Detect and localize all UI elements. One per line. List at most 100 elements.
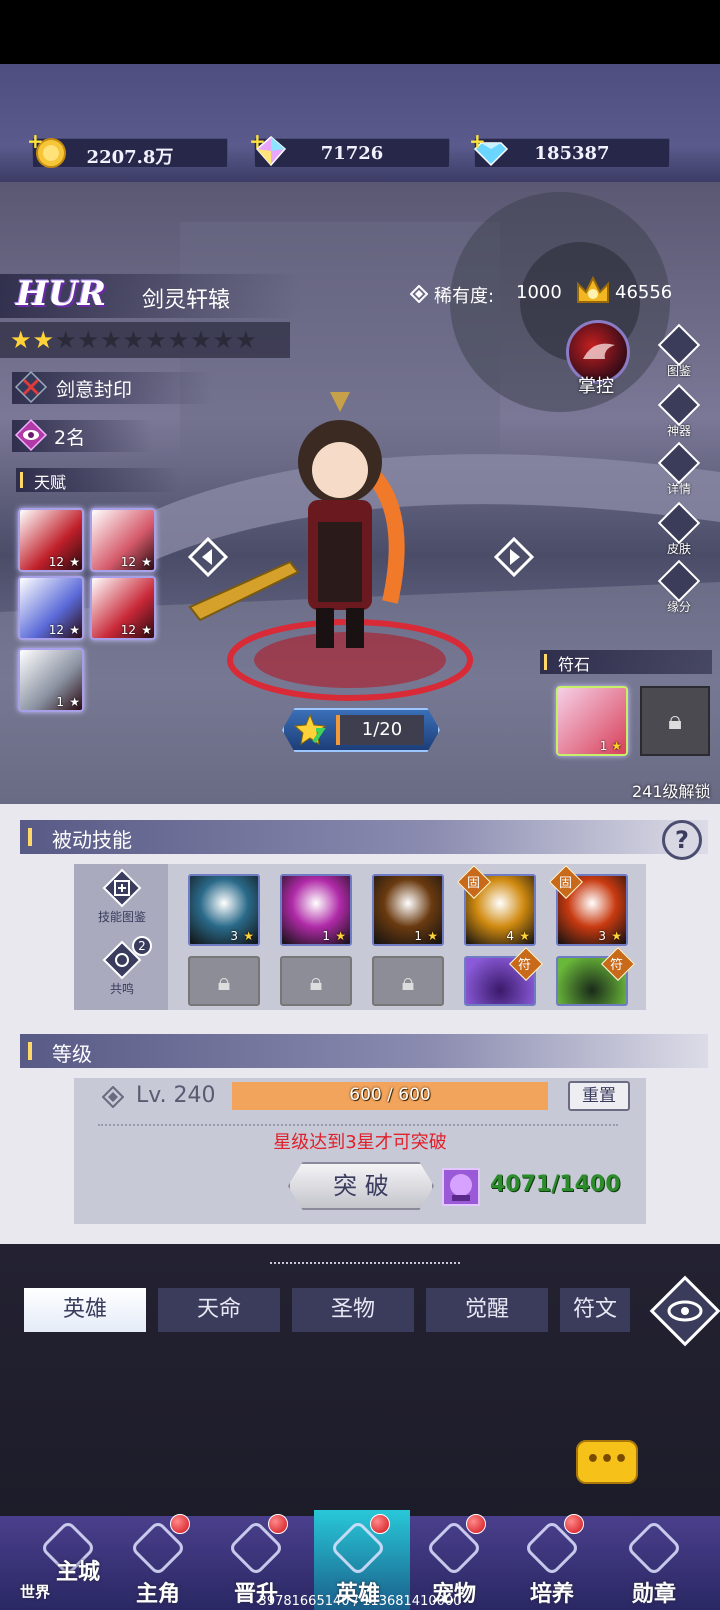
talent-skill[interactable]: 1 ★: [18, 648, 84, 712]
footer-id: 39781665140 / 113681410000: [258, 1594, 462, 1609]
hero-name: 剑灵轩辕: [142, 288, 231, 313]
skill-codex-button[interactable]: 技能图鉴: [92, 868, 152, 932]
passive-badge-text: 固: [467, 876, 481, 891]
lock-icon: 🔒︎: [217, 968, 231, 996]
star-icon: ★: [243, 929, 254, 943]
rarity-value: 1000: [516, 282, 562, 303]
hero-stage: HUR 剑灵轩辕 稀有度: 1000 46556 ★ ★ ★ ★ ★ ★ ★ ★ ★ ★ ★ 剑意封…: [0, 182, 720, 804]
star-filled-icon: ★: [10, 326, 32, 354]
crown-power-icon: [577, 275, 609, 303]
nav-icon: [625, 1519, 683, 1577]
side-button-icon: [657, 559, 701, 603]
hero-character[interactable]: [180, 372, 460, 672]
star-icon: ★: [69, 623, 80, 637]
gold-value: 2207.8万: [86, 147, 174, 168]
passive-title: 被动技能: [52, 828, 132, 852]
passive-skill-level: 3: [598, 929, 606, 943]
runestone-slot[interactable]: 1 ★: [556, 686, 628, 756]
tab-3[interactable]: 觉醒: [426, 1288, 548, 1332]
talent-skill[interactable]: 12 ★: [18, 508, 84, 572]
passive-skill[interactable]: 1 ★: [372, 874, 444, 946]
talent-skill[interactable]: 12 ★: [18, 576, 84, 640]
side-button-icon: [657, 323, 701, 367]
passive-skill[interactable]: 4 ★ 固: [457, 865, 536, 946]
passive-skill-level: 4: [506, 929, 514, 943]
passive-skill-level: 1: [322, 929, 330, 943]
star-icon: ★: [141, 623, 152, 637]
side-button-3[interactable]: 皮肤: [656, 501, 702, 560]
gold-counter[interactable]: + 2207.8万: [27, 129, 228, 168]
passive-skill-level: 3: [230, 929, 238, 943]
runestone-header: 符石: [540, 650, 712, 674]
side-button-1[interactable]: 神器: [656, 383, 702, 442]
locked-skill-slot[interactable]: 🔒︎: [188, 956, 260, 1006]
star-empty-icon: ★: [167, 326, 190, 354]
passive-badge-text: 符: [517, 958, 531, 973]
breakthrough-warning: 星级达到3星才可突破: [273, 1132, 447, 1153]
talent-title: 天赋: [34, 473, 67, 492]
gem-a-counter[interactable]: + 71726: [249, 129, 450, 168]
resonance-badge: 2: [132, 936, 152, 956]
dragon-icon: [583, 343, 615, 359]
passive-header: 被动技能: [20, 820, 708, 854]
tab-4[interactable]: 符文: [560, 1288, 630, 1332]
lock-icon: 🔒︎: [401, 968, 415, 996]
level-progress-text: 1/20: [336, 715, 424, 745]
xp-bar: 600 / 600: [232, 1082, 548, 1110]
locked-skill-slot[interactable]: 🔒︎: [280, 956, 352, 1006]
level-diamond-icon: [102, 1086, 124, 1108]
star-rating: ★ ★ ★ ★ ★ ★ ★ ★ ★ ★ ★: [10, 328, 257, 352]
lock-icon: 🔒︎: [668, 706, 682, 736]
level-text: Lv. 240: [136, 1083, 216, 1108]
passive-skill[interactable]: 3 ★: [188, 874, 260, 946]
side-button-4[interactable]: 缘分: [656, 559, 702, 618]
header-accent: [28, 1042, 32, 1060]
seal-row[interactable]: 剑意封印: [12, 370, 212, 404]
header-accent: [28, 828, 32, 846]
header-accent: [544, 654, 547, 670]
resonance-button[interactable]: 共鸣 2: [92, 936, 152, 1004]
passive-skill[interactable]: 3 ★ 固: [549, 865, 628, 946]
tab-1[interactable]: 天命: [158, 1288, 280, 1332]
talent-header: 天赋: [16, 468, 180, 492]
passive-skill[interactable]: 符: [556, 947, 635, 1006]
chat-button[interactable]: •••: [576, 1440, 638, 1484]
star-icon: ★: [427, 929, 438, 943]
prev-hero-arrow-icon[interactable]: [188, 537, 228, 577]
gem-b-counter[interactable]: + 185387: [469, 129, 670, 168]
gem-a-value: 71726: [320, 143, 384, 164]
next-hero-arrow-icon[interactable]: [494, 537, 534, 577]
side-button-2[interactable]: 详情: [656, 441, 702, 500]
star-icon: ★: [69, 555, 80, 569]
notification-dot-icon: [564, 1514, 584, 1534]
star-empty-icon: ★: [100, 326, 122, 354]
passive-skill-level: 1: [414, 929, 422, 943]
talent-skill-level: 12: [48, 623, 64, 637]
locked-skill-slot[interactable]: 🔒︎: [372, 956, 444, 1006]
star-icon: ★: [335, 929, 346, 943]
talent-skill[interactable]: 12 ★: [90, 576, 156, 640]
tab-0[interactable]: 英雄: [24, 1288, 146, 1332]
talent-skill-level: 12: [48, 555, 64, 569]
xp-text: 600 / 600: [349, 1085, 431, 1105]
side-button-icon: [657, 383, 701, 427]
runestone-locked-slot[interactable]: 🔒︎: [640, 686, 710, 756]
level-title: 等级: [52, 1042, 92, 1066]
passive-skill[interactable]: 1 ★: [280, 874, 352, 946]
header-accent: [20, 472, 23, 488]
hero-screen: + 2207.8万 + 71726 + 185387 HUR 剑灵轩辕 稀有度:…: [0, 0, 720, 1610]
passive-skill[interactable]: 符: [464, 947, 543, 1006]
star-empty-icon: ★: [235, 326, 257, 354]
rank-row[interactable]: 2名: [12, 418, 152, 452]
talent-skill[interactable]: 12 ★: [90, 508, 156, 572]
breakthrough-button[interactable]: 突 破: [288, 1162, 434, 1210]
side-button-icon: [657, 441, 701, 485]
help-button[interactable]: ?: [662, 820, 702, 860]
crystal-ball-icon: [442, 1168, 480, 1206]
side-button-0[interactable]: 图鉴: [656, 323, 702, 382]
tab-2[interactable]: 圣物: [292, 1288, 414, 1332]
reset-button[interactable]: 重置: [568, 1081, 630, 1111]
rarity-label: 稀有度:: [434, 286, 495, 307]
runestone-unlock-text: 241级解锁: [632, 782, 711, 801]
power-value: 46556: [615, 282, 673, 303]
